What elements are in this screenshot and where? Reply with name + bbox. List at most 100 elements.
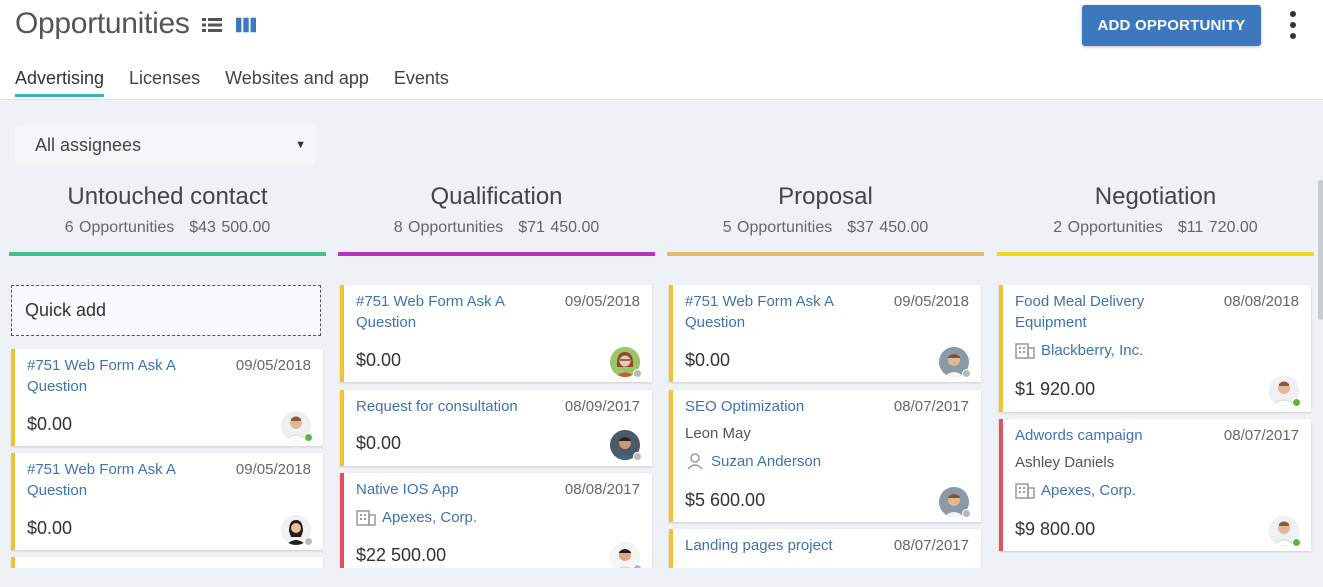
- assignee-avatar[interactable]: [939, 347, 971, 378]
- card-amount: $0.00: [685, 350, 731, 370]
- page-title: Opportunities: [15, 7, 190, 40]
- column-header-negotiation: Negotiation 2 Opportunities $11 720.00: [997, 180, 1314, 242]
- card-title[interactable]: Adwords campaign: [1015, 425, 1195, 446]
- column-count: 2 Opportunities: [1053, 219, 1163, 236]
- column-stats: 6 Opportunities $43 500.00: [9, 214, 326, 242]
- card-title[interactable]: #751 Web Form Ask A Question: [27, 459, 207, 501]
- opportunity-card[interactable]: Request for consultation 08/09/2017 $0.0…: [340, 390, 652, 466]
- card-date: 09/05/2018: [235, 461, 311, 478]
- company-name[interactable]: Apexes, Corp.: [382, 509, 477, 526]
- offline-status-dot: [633, 369, 642, 378]
- column-name: Qualification: [430, 183, 563, 210]
- column-untouched-contact: Quick add #751 Web Form Ask A Question 0…: [9, 257, 326, 568]
- account-name: Leon May: [685, 425, 751, 442]
- card-date: 09/05/2018: [893, 293, 969, 310]
- opportunity-card[interactable]: #751 Web Form Ask A Question 09/05/2018 …: [340, 285, 652, 382]
- assignee-filter-value: All assignees: [35, 135, 142, 155]
- opportunity-card[interactable]: SEO Optimization 08/07/2017 Leon May Suz…: [669, 390, 981, 522]
- offline-status-dot: [962, 369, 971, 378]
- column-color-bar: [338, 252, 655, 256]
- opportunity-card[interactable]: #751 Web Form Ask A Question 09/05/2018 …: [669, 285, 981, 382]
- view-switcher: [202, 15, 256, 35]
- column-stats: 2 Opportunities $11 720.00: [997, 214, 1314, 242]
- contact-link[interactable]: Suzan Anderson: [685, 452, 821, 470]
- card-title[interactable]: #751 Web Form Ask A Question: [27, 355, 207, 397]
- quick-add-button[interactable]: Quick add: [11, 285, 321, 336]
- online-status-dot: [1292, 398, 1301, 407]
- card-amount: $0.00: [27, 518, 73, 538]
- opportunity-card[interactable]: #751 Web Form Ask A Question 09/05/2018 …: [11, 453, 323, 550]
- card-title[interactable]: Request for consultation: [356, 396, 556, 417]
- account-name: Ashley Daniels: [1015, 454, 1115, 471]
- opportunity-card[interactable]: #751 Web Form Ask A Question 09/05/2018 …: [11, 349, 323, 446]
- assignee-avatar[interactable]: [1269, 516, 1301, 547]
- column-total: $11 720.00: [1177, 219, 1258, 236]
- opportunity-card[interactable]: Adwords campaign 08/07/2017 Ashley Danie…: [999, 419, 1311, 551]
- column-negotiation: Food Meal Delivery Equipment 08/08/2018 …: [997, 257, 1314, 568]
- more-options-icon[interactable]: [1281, 8, 1305, 42]
- assignee-avatar[interactable]: [281, 411, 313, 442]
- card-title[interactable]: #751 Web Form Ask A Question: [356, 291, 536, 333]
- building-icon: [356, 510, 376, 526]
- add-opportunity-button[interactable]: ADD OPPORTUNITY: [1082, 5, 1261, 46]
- card-date: 08/09/2017: [564, 398, 640, 415]
- card-title[interactable]: Native IOS App: [356, 479, 536, 500]
- assignee-avatar[interactable]: [610, 347, 642, 378]
- assignee-filter-select[interactable]: All assignees ▼: [15, 125, 315, 166]
- assignee-avatar[interactable]: [281, 515, 313, 546]
- card-amount: $0.00: [27, 414, 73, 434]
- caret-down-icon: ▼: [295, 139, 306, 151]
- column-stats: 5 Opportunities $37 450.00: [667, 214, 984, 242]
- tab-advertising[interactable]: Advertising: [15, 66, 105, 97]
- opportunity-card[interactable]: Landing pages project 08/07/2017: [669, 529, 981, 568]
- card-amount: $0.00: [356, 433, 402, 453]
- company-name[interactable]: Apexes, Corp.: [1041, 482, 1136, 499]
- tab-websites-and-app[interactable]: Websites and app: [225, 66, 369, 95]
- column-color-bar: [9, 252, 326, 256]
- company-link[interactable]: Apexes, Corp.: [356, 508, 477, 526]
- building-icon: [1015, 343, 1035, 359]
- card-title[interactable]: SEO Optimization: [685, 396, 865, 417]
- scrollbar-thumb[interactable]: [1318, 180, 1323, 320]
- opportunity-card-partial[interactable]: [11, 557, 323, 568]
- column-proposal: #751 Web Form Ask A Question 09/05/2018 …: [667, 257, 984, 568]
- card-date: 09/05/2018: [235, 357, 311, 374]
- column-total: $37 450.00: [847, 219, 929, 236]
- company-link[interactable]: Blackberry, Inc.: [1015, 341, 1143, 359]
- top-bar: Opportunities ADD OPPORTUNITY Advertisin…: [0, 0, 1323, 100]
- contact-name[interactable]: Suzan Anderson: [711, 453, 821, 470]
- tab-licenses[interactable]: Licenses: [129, 66, 200, 95]
- card-amount: $0.00: [356, 350, 402, 370]
- column-count: 8 Opportunities: [393, 219, 504, 236]
- offline-status-dot: [962, 509, 971, 518]
- column-count: 5 Opportunities: [722, 219, 833, 236]
- board-view-icon[interactable]: [236, 15, 256, 35]
- column-name: Untouched contact: [67, 183, 268, 210]
- card-amount: $1 920.00: [1015, 379, 1096, 399]
- list-view-icon[interactable]: [202, 15, 222, 35]
- assignee-avatar[interactable]: [1269, 376, 1301, 407]
- assignee-avatar[interactable]: [610, 430, 642, 461]
- building-icon: [1015, 483, 1035, 499]
- column-qualification: #751 Web Form Ask A Question 09/05/2018 …: [338, 257, 655, 568]
- company-name[interactable]: Blackberry, Inc.: [1041, 342, 1143, 359]
- assignee-avatar[interactable]: [610, 542, 642, 568]
- column-header-untouched-contact: Untouched contact 6 Opportunities $43 500…: [9, 180, 326, 242]
- column-name: Negotiation: [1094, 183, 1217, 210]
- offline-status-dot: [633, 452, 642, 461]
- card-date: 08/07/2017: [893, 537, 969, 554]
- tab-events[interactable]: Events: [394, 66, 449, 95]
- column-color-bar: [997, 252, 1314, 256]
- opportunity-card[interactable]: Food Meal Delivery Equipment 08/08/2018 …: [999, 285, 1311, 412]
- company-link[interactable]: Apexes, Corp.: [1015, 481, 1136, 499]
- card-title[interactable]: #751 Web Form Ask A Question: [685, 291, 865, 333]
- opportunity-card[interactable]: Native IOS App 08/08/2017 Apexes, Corp. …: [340, 473, 652, 568]
- card-title[interactable]: Landing pages project: [685, 535, 885, 556]
- assignee-avatar[interactable]: [939, 487, 971, 518]
- card-date: 08/08/2017: [564, 481, 640, 498]
- card-amount: $22 500.00: [356, 545, 447, 565]
- card-title[interactable]: Food Meal Delivery Equipment: [1015, 291, 1205, 333]
- column-total: $43 500.00: [189, 219, 271, 236]
- column-name: Proposal: [778, 183, 873, 210]
- online-status-dot: [1292, 538, 1301, 547]
